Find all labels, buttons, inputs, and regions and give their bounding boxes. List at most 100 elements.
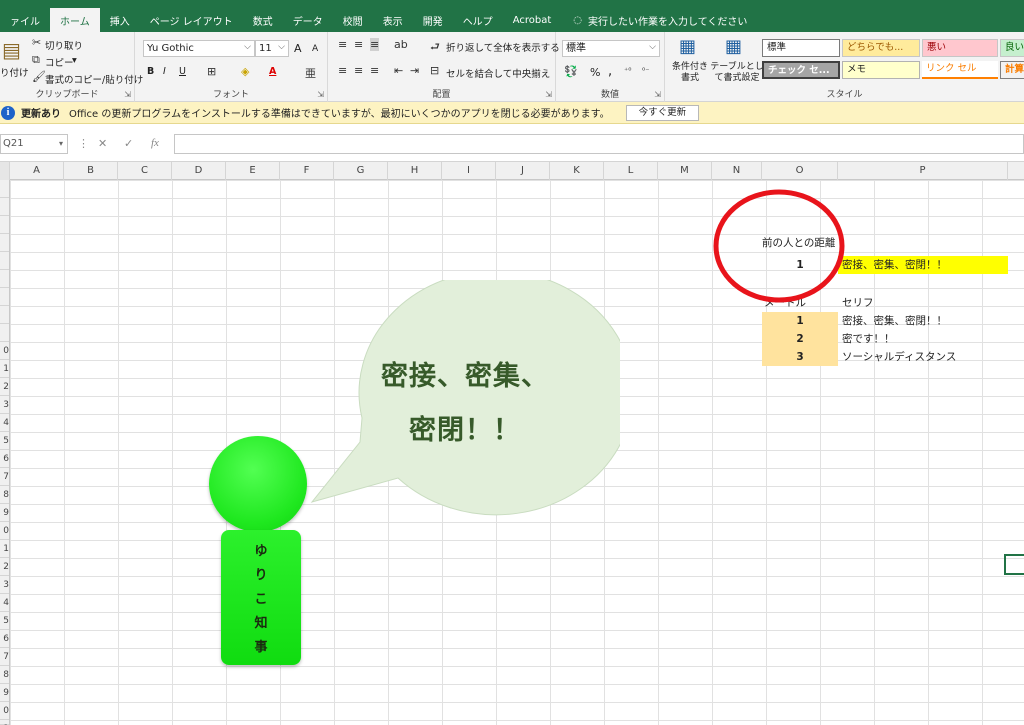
row-header[interactable]: 2 <box>0 558 9 576</box>
style-normal[interactable]: 標準 <box>762 39 840 57</box>
cell-meter-2[interactable]: 2 <box>762 330 838 348</box>
bold-button[interactable]: B <box>147 66 154 77</box>
row-header[interactable]: 7 <box>0 468 9 486</box>
row-header[interactable]: 1 <box>0 720 9 725</box>
number-format-select[interactable]: 標準 ⌵ <box>562 40 660 57</box>
column-header[interactable]: B <box>64 162 118 180</box>
row-header[interactable] <box>0 288 9 306</box>
row-header[interactable]: 0 <box>0 342 9 360</box>
row-header[interactable] <box>0 180 9 198</box>
paste-icon[interactable]: ▤ <box>2 38 21 62</box>
number-launcher-icon[interactable]: ⇲ <box>654 90 661 99</box>
merge-icon[interactable]: ⊟ <box>430 64 439 77</box>
person-head-shape[interactable] <box>209 436 307 532</box>
column-header[interactable]: G <box>334 162 388 180</box>
tab-home[interactable]: ホーム <box>50 8 100 32</box>
active-cell-selection[interactable] <box>1004 554 1024 575</box>
row-header[interactable]: 1 <box>0 540 9 558</box>
row-header[interactable] <box>0 270 9 288</box>
row-header[interactable]: 9 <box>0 684 9 702</box>
style-neutral[interactable]: どちらでも... <box>842 39 920 57</box>
row-header[interactable]: 4 <box>0 414 9 432</box>
row-header[interactable] <box>0 324 9 342</box>
row-header[interactable]: 8 <box>0 666 9 684</box>
italic-button[interactable]: I <box>163 66 166 77</box>
scissors-icon[interactable]: ✂ <box>32 36 41 49</box>
increase-indent-icon[interactable]: ⇥ <box>410 64 419 77</box>
row-header[interactable]: 5 <box>0 432 9 450</box>
column-header[interactable]: P <box>838 162 1008 180</box>
tab-page-layout[interactable]: ページ レイアウト <box>140 8 243 32</box>
name-box[interactable]: Q21 ▾ <box>0 134 68 154</box>
format-painter-icon[interactable]: 🖌 <box>32 70 46 83</box>
style-note[interactable]: メモ <box>842 61 920 79</box>
row-header[interactable]: 8 <box>0 486 9 504</box>
insert-function-icon[interactable]: fx <box>151 137 159 149</box>
column-header[interactable]: J <box>496 162 550 180</box>
border-icon[interactable]: ⊞ <box>207 65 216 78</box>
font-size-select[interactable]: 11 ⌵ <box>255 40 289 57</box>
row-header[interactable]: 7 <box>0 648 9 666</box>
tell-me-search[interactable]: ◌ 実行したい作業を入力してください <box>561 8 747 32</box>
currency-icon[interactable]: 💱 <box>564 65 578 78</box>
increase-decimal-icon[interactable]: ⁺⁰ <box>624 66 631 75</box>
column-header[interactable]: E <box>226 162 280 180</box>
alignment-launcher-icon[interactable]: ⇲ <box>545 90 552 99</box>
align-middle-icon[interactable]: ≡ <box>354 38 363 51</box>
row-header[interactable]: 1 <box>0 360 9 378</box>
grow-font-button[interactable]: A <box>294 42 302 55</box>
tab-insert[interactable]: 挿入 <box>100 8 140 32</box>
row-header[interactable] <box>0 216 9 234</box>
cell-p-distance-phrase[interactable]: 密接、密集、密閉！！ <box>838 256 1008 274</box>
comma-button[interactable]: , <box>608 64 612 79</box>
font-name-select[interactable]: Yu Gothic ⌵ <box>143 40 255 57</box>
cell-serif-2[interactable]: 密です！！ <box>838 330 1008 348</box>
copy-dropdown-icon[interactable]: ▾ <box>72 55 77 66</box>
column-header[interactable]: N <box>712 162 762 180</box>
style-check-cell[interactable]: チェック セ... <box>762 61 840 79</box>
clipboard-launcher-icon[interactable]: ⇲ <box>124 90 131 99</box>
row-header[interactable]: 0 <box>0 522 9 540</box>
update-now-button[interactable]: 今すぐ更新 <box>625 104 700 121</box>
conditional-format-icon[interactable]: ▦ <box>679 36 696 57</box>
font-color-button[interactable]: A <box>269 66 276 77</box>
paste-button[interactable]: り付け <box>0 65 29 79</box>
row-header[interactable]: 2 <box>0 378 9 396</box>
column-header[interactable]: M <box>658 162 712 180</box>
align-center-icon[interactable]: ≡ <box>354 64 363 77</box>
tab-view[interactable]: 表示 <box>373 8 413 32</box>
format-painter-button[interactable]: 書式のコピー/貼り付け <box>45 72 143 86</box>
shrink-font-button[interactable]: A <box>312 44 318 54</box>
column-header[interactable]: L <box>604 162 658 180</box>
cancel-icon[interactable]: ✕ <box>98 137 107 150</box>
tab-acrobat[interactable]: Acrobat <box>503 8 562 32</box>
cell-meter-1[interactable]: 1 <box>762 312 838 330</box>
format-as-table-icon[interactable]: ▦ <box>725 36 742 57</box>
column-header[interactable]: K <box>550 162 604 180</box>
underline-button[interactable]: U <box>179 66 186 77</box>
merge-center-button[interactable]: セルを結合して中央揃え <box>446 66 550 80</box>
row-header[interactable] <box>0 234 9 252</box>
style-bad[interactable]: 悪い <box>922 39 998 57</box>
tab-developer[interactable]: 開発 <box>413 8 453 32</box>
row-header[interactable]: 0 <box>0 702 9 720</box>
decrease-decimal-icon[interactable]: ⁰⁻ <box>642 66 649 75</box>
align-right-icon[interactable]: ≡ <box>370 64 379 77</box>
decrease-indent-icon[interactable]: ⇤ <box>394 64 403 77</box>
enter-icon[interactable]: ✓ <box>124 137 133 150</box>
cell-p-serif-header[interactable]: セリフ <box>838 294 1008 312</box>
cell-serif-1[interactable]: 密接、密集、密閉！！ <box>838 312 1008 330</box>
cell-serif-3[interactable]: ソーシャルディスタンス <box>838 348 1008 366</box>
column-header[interactable]: O <box>762 162 838 180</box>
row-header[interactable] <box>0 198 9 216</box>
select-all-corner[interactable] <box>0 162 10 180</box>
align-top-icon[interactable]: ≡ <box>338 38 347 51</box>
row-header[interactable] <box>0 306 9 324</box>
column-header[interactable]: H <box>388 162 442 180</box>
row-header[interactable]: 3 <box>0 576 9 594</box>
column-header[interactable]: D <box>172 162 226 180</box>
row-header[interactable]: 6 <box>0 630 9 648</box>
style-linked-cell[interactable]: リンク セル <box>922 61 998 79</box>
column-header[interactable]: I <box>442 162 496 180</box>
formula-input[interactable] <box>174 134 1024 154</box>
